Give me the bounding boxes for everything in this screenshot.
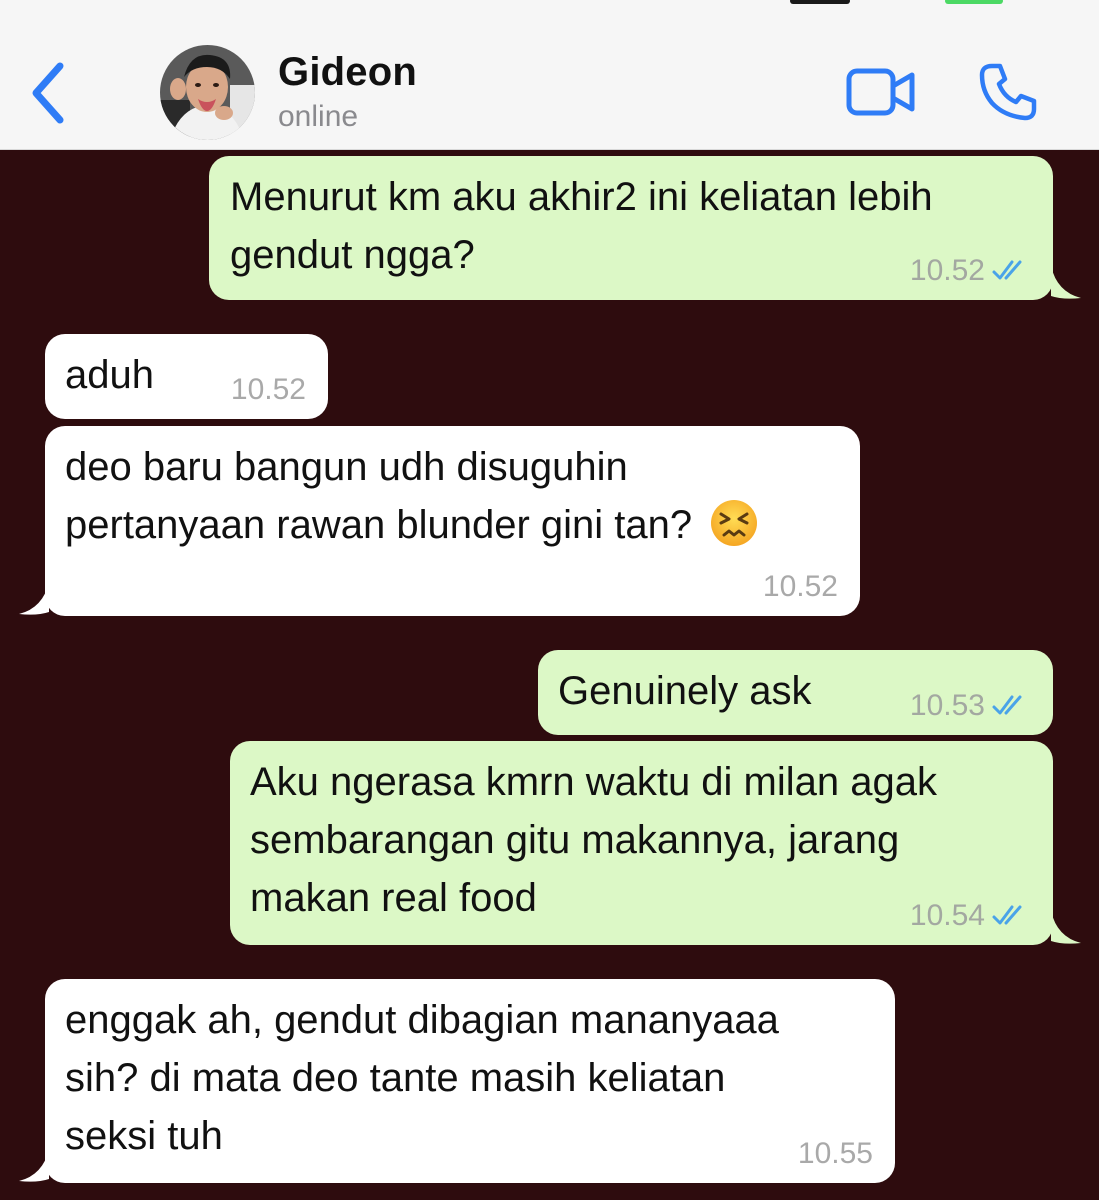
message-meta: 10.52 (231, 373, 306, 407)
message-line: enggak ah, gendut dibagian mananyaaa (65, 998, 779, 1042)
persevering-face-emoji (711, 500, 758, 546)
message-outgoing[interactable]: Menurut km aku akhir2 ini keliatan lebih… (209, 156, 1081, 300)
message-incoming[interactable]: deo baru bangun udh disuguhin pertanyaan… (19, 426, 860, 616)
read-receipt-icon (992, 695, 1022, 715)
message-time: 10.52 (909, 254, 985, 287)
message-outgoing[interactable]: Aku ngerasa kmrn waktu di milan agak sem… (230, 741, 1081, 945)
message-text: Aku ngerasa kmrn waktu di milan agak sem… (250, 753, 937, 927)
message-meta: 10.53 (910, 689, 1031, 723)
status-bar (0, 0, 1099, 30)
message-incoming[interactable]: enggak ah, gendut dibagian mananyaaa sih… (19, 979, 895, 1183)
read-receipt-icon (992, 260, 1022, 280)
message-line-with-emoji: pertanyaan rawan blunder gini tan? (65, 496, 759, 554)
message-outgoing[interactable]: Genuinely ask 10.53 (538, 650, 1053, 735)
chevron-left-icon (32, 62, 64, 124)
status-bar-signal (790, 0, 850, 4)
message-line: sih? di mata deo tante masih keliatan (65, 1056, 726, 1100)
message-time: 10.52 (762, 570, 838, 603)
message-meta: 10.54 (910, 899, 1031, 933)
message-time: 10.52 (230, 373, 306, 406)
message-text: Menurut km aku akhir2 ini keliatan lebih… (230, 168, 933, 284)
message-text: enggak ah, gendut dibagian mananyaaa sih… (65, 991, 779, 1165)
message-line: Aku ngerasa kmrn waktu di milan agak (250, 760, 937, 804)
video-call-button[interactable] (845, 66, 917, 118)
message-line: Menurut km aku akhir2 ini keliatan lebih (230, 175, 933, 219)
message-text: deo baru bangun udh disuguhin pertanyaan… (65, 438, 759, 554)
message-text: aduh (65, 346, 154, 404)
message-line: deo baru bangun udh disuguhin (65, 445, 628, 489)
bubble-tail (19, 1149, 49, 1182)
bubble-tail (1051, 266, 1081, 299)
read-receipt-icon (992, 905, 1022, 925)
message-time: 10.54 (909, 899, 985, 932)
message-meta: 10.52 (910, 254, 1031, 288)
avatar[interactable] (160, 45, 255, 140)
bubble-tail (1051, 911, 1081, 944)
message-meta: 10.52 (763, 570, 838, 604)
message-line: aduh (65, 353, 154, 397)
message-line: pertanyaan rawan blunder gini tan? (65, 503, 693, 547)
message-text: Genuinely ask (558, 662, 811, 720)
contact-name[interactable]: Gideon (278, 50, 417, 95)
chat-header: Gideon online (0, 0, 1099, 150)
message-time: 10.55 (797, 1137, 873, 1170)
message-line: makan real food (250, 876, 537, 920)
back-button[interactable] (24, 58, 80, 128)
phone-icon (979, 63, 1037, 121)
message-line: Genuinely ask (558, 669, 812, 713)
message-line: sembarangan gitu makannya, jarang (250, 818, 900, 862)
message-meta: 10.55 (798, 1137, 873, 1171)
contact-status: online (278, 100, 359, 133)
bubble-tail (19, 582, 49, 615)
message-incoming[interactable]: aduh 10.52 (45, 334, 328, 419)
message-line: seksi tuh (65, 1114, 223, 1158)
voice-call-button[interactable] (978, 62, 1038, 122)
message-line: gendut ngga? (230, 233, 475, 277)
message-time: 10.53 (909, 689, 985, 722)
status-bar-battery (945, 0, 1003, 4)
contact-photo (160, 45, 255, 140)
video-camera-icon (846, 68, 915, 116)
